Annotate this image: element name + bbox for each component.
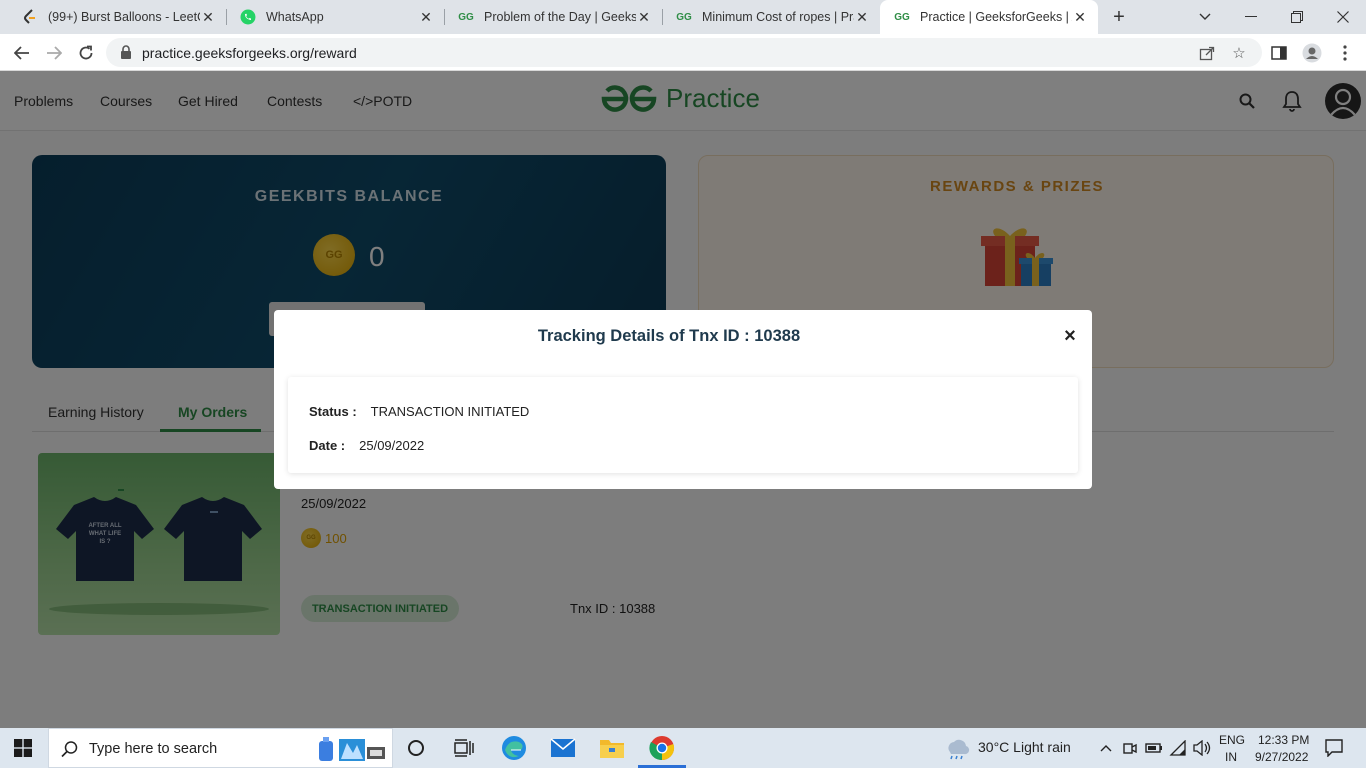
chrome-icon[interactable] [648, 734, 676, 762]
region-indicator: IN [1225, 750, 1237, 764]
task-view-icon[interactable] [450, 734, 478, 762]
tab-title: (99+) Burst Balloons - LeetCo [48, 10, 200, 24]
search-highlight-icon [319, 737, 385, 761]
share-icon[interactable] [1198, 44, 1216, 62]
file-explorer-icon[interactable] [598, 734, 626, 762]
date-value: 25/09/2022 [359, 438, 425, 453]
new-tab-button[interactable]: + [1108, 6, 1130, 28]
taskbar-search-box[interactable]: Type here to search [48, 728, 393, 768]
tab-title: Minimum Cost of ropes | Pra [702, 10, 854, 24]
notifications-icon[interactable] [1320, 734, 1348, 762]
status-row: Status : TRANSACTION INITIATED [309, 404, 529, 419]
profile-icon[interactable] [1301, 42, 1323, 64]
url-text: practice.geeksforgeeks.org/reward [142, 45, 357, 61]
close-icon[interactable]: × [1060, 325, 1080, 347]
close-window-button[interactable] [1320, 0, 1366, 34]
weather-rain-icon [948, 739, 970, 760]
address-bar[interactable]: practice.geeksforgeeks.org/reward ☆ [106, 38, 1262, 67]
edge-browser-icon[interactable] [500, 734, 528, 762]
search-icon [61, 741, 78, 758]
browser-toolbar: practice.geeksforgeeks.org/reward ☆ [0, 34, 1366, 71]
close-tab-icon[interactable]: ✕ [200, 9, 216, 25]
page-content: Problems Courses Get Hired Contests </>P… [0, 71, 1366, 728]
lock-icon [121, 45, 131, 59]
language-indicator[interactable]: ENG [1219, 733, 1245, 747]
windows-taskbar: Type here to search 30°C Light rain ENG … [0, 728, 1366, 768]
reload-icon[interactable] [74, 41, 98, 65]
gfg-icon: GG [676, 11, 692, 23]
status-value: TRANSACTION INITIATED [370, 404, 530, 419]
tab-title: Problem of the Day | Geeksfo [484, 10, 636, 24]
browser-tab-whatsapp[interactable]: WhatsApp ✕ [226, 0, 444, 34]
clock-time[interactable]: 12:33 PM [1258, 733, 1309, 747]
date-row: Date : 25/09/2022 [309, 438, 424, 453]
modal-title: Tracking Details of Tnx ID : 10388 [537, 327, 801, 345]
tab-search-icon[interactable] [1182, 0, 1228, 34]
leetcode-icon [22, 9, 38, 25]
browser-tab-leetcode[interactable]: (99+) Burst Balloons - LeetCo ✕ [8, 0, 226, 34]
mail-icon[interactable] [549, 734, 577, 762]
browser-tab-practice[interactable]: GG Practice | GeeksforGeeks | A c ✕ [880, 0, 1098, 34]
status-label: Status : [309, 404, 357, 419]
tab-title: Practice | GeeksforGeeks | A c [920, 10, 1072, 24]
gfg-icon: GG [894, 11, 910, 23]
search-placeholder: Type here to search [89, 741, 218, 757]
windows-start-icon[interactable] [14, 739, 32, 757]
browser-tab-ropes[interactable]: GG Minimum Cost of ropes | Pra ✕ [662, 0, 880, 34]
minimize-button[interactable] [1228, 0, 1274, 34]
menu-kebab-icon[interactable] [1334, 42, 1356, 64]
tracking-details-card: Status : TRANSACTION INITIATED Date : 25… [288, 377, 1078, 473]
date-label: Date : [309, 438, 346, 453]
browser-tabstrip: (99+) Burst Balloons - LeetCo ✕ WhatsApp… [0, 0, 1366, 34]
close-tab-icon[interactable]: ✕ [854, 9, 870, 25]
cortana-icon[interactable] [402, 734, 430, 762]
close-tab-icon[interactable]: ✕ [1072, 9, 1088, 25]
tab-title: WhatsApp [266, 10, 324, 24]
volume-icon[interactable] [1188, 734, 1216, 762]
forward-arrow-icon[interactable] [42, 41, 66, 65]
tracking-details-modal: Tracking Details of Tnx ID : 10388 × Sta… [274, 310, 1092, 489]
clock-date[interactable]: 9/27/2022 [1255, 750, 1308, 764]
weather-text[interactable]: 30°C Light rain [978, 739, 1071, 755]
bookmark-star-icon[interactable]: ☆ [1230, 44, 1248, 62]
side-panel-icon[interactable] [1268, 42, 1290, 64]
gfg-icon: GG [458, 11, 474, 23]
whatsapp-icon [240, 9, 256, 25]
close-tab-icon[interactable]: ✕ [418, 9, 434, 25]
restore-button[interactable] [1274, 0, 1320, 34]
back-arrow-icon[interactable] [10, 41, 34, 65]
close-tab-icon[interactable]: ✕ [636, 9, 652, 25]
browser-tab-potd[interactable]: GG Problem of the Day | Geeksfo ✕ [444, 0, 662, 34]
